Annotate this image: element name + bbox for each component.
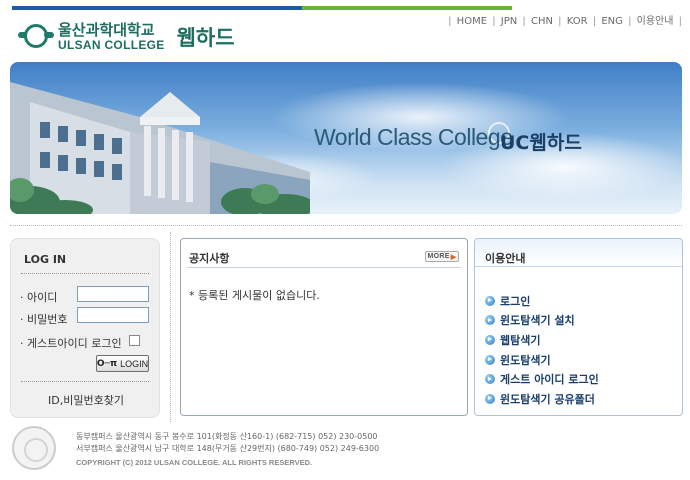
column-divider <box>170 232 171 422</box>
guide-item-shared-folder[interactable]: 윈도탐색기 공유폴더 <box>485 389 599 409</box>
guide-item-web-explorer[interactable]: 웹탐색기 <box>485 330 599 350</box>
notice-empty-message: * 등록된 게시물이 없습니다. <box>189 289 320 302</box>
logo-korean: 울산과학대학교 <box>58 21 155 39</box>
guide-item-label: 로그인 <box>500 294 531 308</box>
login-button[interactable]: O─π LOGIN <box>96 355 149 372</box>
main-banner: World Class College UC웹하드 <box>10 62 682 214</box>
guest-login-label: · 게스트아이디 로그인 <box>20 337 122 350</box>
nav-kor[interactable]: KOR <box>567 16 588 27</box>
footer-copyright: COPYRIGHT (C) 2012 ULSAN COLLEGE. ALL RI… <box>76 458 313 467</box>
login-button-label: LOGIN <box>120 358 149 369</box>
nav-guide[interactable]: 이용안내 <box>637 16 674 27</box>
find-id-password-link[interactable]: ID,비밀번호찾기 <box>11 392 161 408</box>
nav-chn[interactable]: CHN <box>531 16 553 27</box>
footer-east-campus: 동부캠퍼스 울산광역시 동구 봉수로 101(화정동 산160-1) (682-… <box>76 432 378 441</box>
guide-item-label: 웹탐색기 <box>500 333 541 347</box>
bullet-arrow-icon <box>485 354 495 365</box>
bullet-arrow-icon <box>485 295 495 306</box>
bullet-arrow-icon <box>485 334 495 345</box>
service-name: 웹하드 <box>176 26 235 50</box>
key-icon: O─π <box>96 358 118 369</box>
footer: 동부캠퍼스 울산광역시 동구 봉수로 101(화정동 산160-1) (682-… <box>76 431 379 469</box>
id-input[interactable] <box>77 286 149 302</box>
logo-text: 울산과학대학교 ULSAN COLLEGE <box>58 21 165 52</box>
campus-building-image <box>10 82 310 214</box>
guide-item-label: 윈도탐색기 설치 <box>500 314 575 328</box>
footer-west-campus: 서부캠퍼스 울산광역시 남구 대학로 148(무거동 산29번지) (680-7… <box>76 444 380 453</box>
banner-subtitle: UC웹하드 <box>500 132 582 154</box>
notice-panel: 공지사항 MORE ▶ * 등록된 게시물이 없습니다. <box>180 238 468 416</box>
arrow-right-icon: ▶ <box>450 253 457 261</box>
college-emblem-icon <box>18 22 54 52</box>
notice-divider <box>187 267 461 268</box>
login-heading: LOG IN <box>24 253 67 266</box>
more-button-label: MORE <box>427 253 450 260</box>
nav-eng[interactable]: ENG <box>601 16 623 27</box>
section-divider <box>10 225 682 226</box>
banner-title: World Class College <box>314 124 513 150</box>
guide-item-label: 윈도탐색기 공유폴더 <box>500 392 595 406</box>
notice-heading: 공지사항 <box>189 252 230 265</box>
top-accent-line-blue <box>12 6 302 10</box>
nav-home[interactable]: HOME <box>457 16 487 27</box>
bullet-arrow-icon <box>485 374 495 385</box>
top-accent-line-green <box>302 6 512 10</box>
login-panel: LOG IN · 아이디 · 비밀번호 · 게스트아이디 로그인 O─π LOG… <box>10 238 160 418</box>
guide-item-windows-explorer[interactable]: 윈도탐색기 <box>485 350 599 370</box>
usage-guide-panel: 이용안내 로그인 윈도탐색기 설치 웹탐색기 윈도탐색기 게스트 아이디 로그인… <box>474 238 683 416</box>
nav-jpn[interactable]: JPN <box>501 16 517 27</box>
more-button[interactable]: MORE ▶ <box>425 251 459 262</box>
bullet-arrow-icon <box>485 315 495 326</box>
password-label: · 비밀번호 <box>20 313 68 326</box>
guide-item-label: 윈도탐색기 <box>500 353 551 367</box>
password-input[interactable] <box>77 307 149 323</box>
logo-english: ULSAN COLLEGE <box>58 38 165 52</box>
guide-item-guest-login[interactable]: 게스트 아이디 로그인 <box>485 369 599 389</box>
college-seal-icon <box>12 426 56 470</box>
site-logo[interactable]: 울산과학대학교 ULSAN COLLEGE 웹하드 <box>18 20 235 54</box>
guest-login-checkbox[interactable] <box>129 335 140 346</box>
login-divider-bottom <box>21 381 149 382</box>
top-nav: | HOME | JPN | CHN | KOR | ENG | 이용안내 | <box>448 16 682 27</box>
guide-item-label: 게스트 아이디 로그인 <box>500 373 599 387</box>
bullet-arrow-icon <box>485 393 495 404</box>
login-divider-top <box>21 273 149 274</box>
usage-guide-list: 로그인 윈도탐색기 설치 웹탐색기 윈도탐색기 게스트 아이디 로그인 윈도탐색… <box>485 291 599 409</box>
guide-item-login[interactable]: 로그인 <box>485 291 599 311</box>
usage-guide-heading: 이용안내 <box>475 239 682 267</box>
guide-item-explorer-install[interactable]: 윈도탐색기 설치 <box>485 311 599 331</box>
id-label: · 아이디 <box>20 291 58 304</box>
